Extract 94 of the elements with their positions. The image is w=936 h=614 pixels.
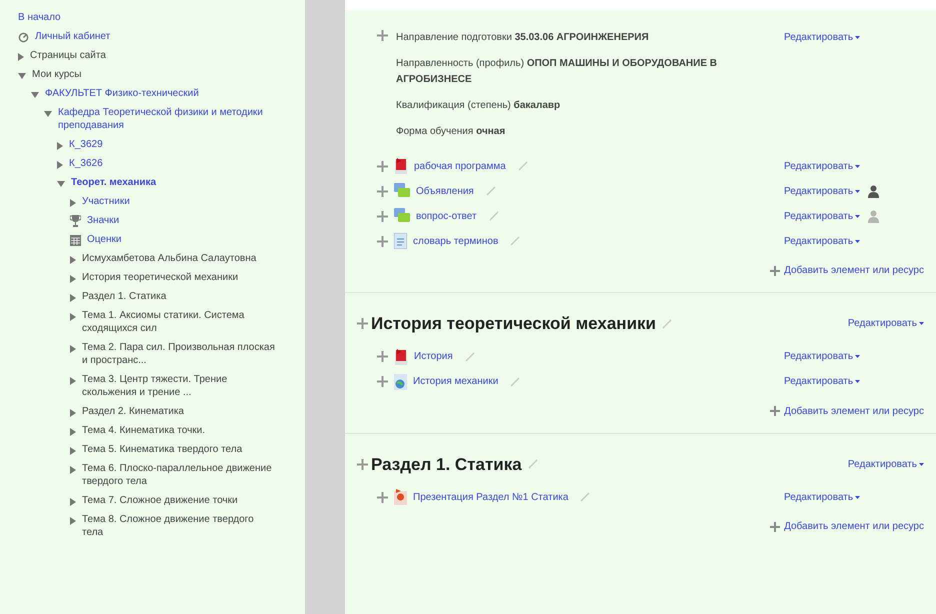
- nav-item[interactable]: Участники: [82, 195, 130, 208]
- edit-menu[interactable]: Редактировать: [848, 456, 924, 472]
- nav-item[interactable]: Оценки: [87, 233, 122, 246]
- nav-item[interactable]: Тема 3. Центр тяжести. Трение скольжения и трение ...: [82, 373, 277, 399]
- nav-item[interactable]: Теорет. механика: [71, 176, 156, 189]
- expand-arrow-icon[interactable]: [70, 498, 76, 506]
- expand-arrow-icon[interactable]: [70, 466, 76, 474]
- summary-text: Направление подготовки 35.03.06 АГРОИНЖЕНЕРИЯ: [396, 31, 649, 45]
- move-icon[interactable]: [357, 458, 368, 470]
- activity-link[interactable]: Объявления: [416, 184, 474, 198]
- move-icon[interactable]: [377, 492, 388, 502]
- nav-item[interactable]: Тема 7. Сложное движение точки: [82, 494, 238, 507]
- move-icon[interactable]: [377, 376, 388, 387]
- nav-item[interactable]: Значки: [87, 214, 120, 227]
- section-heading: Раздел 1. Статика: [371, 454, 522, 476]
- caret-icon: [855, 190, 860, 192]
- caret-icon: [855, 240, 860, 242]
- plus-icon: [770, 406, 780, 416]
- expand-arrow-icon[interactable]: [70, 345, 76, 353]
- edit-menu[interactable]: Редактировать: [784, 374, 860, 389]
- expand-arrow-icon[interactable]: [70, 447, 76, 455]
- move-icon[interactable]: [377, 236, 388, 246]
- caret-icon: [855, 380, 860, 383]
- expand-arrow-icon[interactable]: [70, 377, 76, 385]
- expand-arrow-icon[interactable]: [70, 409, 76, 417]
- section-heading: История теоретической механики: [371, 313, 656, 335]
- collapse-arrow-icon[interactable]: [57, 181, 65, 187]
- nav-item[interactable]: Тема 4. Кинематика точки.: [82, 424, 206, 437]
- caret-icon: [855, 164, 860, 168]
- move-icon[interactable]: [377, 351, 388, 362]
- nav-item[interactable]: Исмухамбетова Альбина Салаутовна: [82, 252, 256, 265]
- nav-item[interactable]: Страницы сайта: [30, 49, 106, 62]
- move-icon[interactable]: [377, 30, 388, 41]
- nav-item[interactable]: ФАКУЛЬТЕТ Физико-технический: [45, 87, 199, 100]
- activity-link[interactable]: История механики: [413, 374, 498, 389]
- nav-item[interactable]: Тема 6. Плоско-параллельное движение твердого тела: [82, 462, 277, 488]
- nav-item[interactable]: Кафедра Теоретической физики и методики преподавания: [58, 106, 277, 132]
- nav-item[interactable]: История теоретической механики: [82, 271, 238, 284]
- caret-icon: [919, 322, 924, 326]
- expand-arrow-icon[interactable]: [18, 53, 24, 61]
- edit-menu[interactable]: Редактировать: [784, 234, 860, 248]
- nav-item[interactable]: Раздел 1. Статика: [82, 290, 166, 303]
- person-icon[interactable]: [868, 184, 880, 198]
- edit-menu[interactable]: Редактировать: [784, 349, 860, 364]
- expand-arrow-icon[interactable]: [70, 517, 76, 525]
- edit-menu[interactable]: Редактировать: [784, 158, 860, 174]
- nav-item[interactable]: Личный кабинет: [35, 30, 110, 43]
- nav-item[interactable]: Тема 5. Кинематика твердого тела: [82, 443, 242, 456]
- edit-menu[interactable]: Редактировать: [784, 208, 860, 224]
- expand-arrow-icon[interactable]: [70, 256, 76, 264]
- caret-icon: [919, 462, 924, 466]
- activity-link[interactable]: вопрос-ответ: [416, 208, 477, 224]
- move-icon[interactable]: [377, 210, 388, 222]
- expand-arrow-icon[interactable]: [57, 161, 63, 169]
- collapse-arrow-icon[interactable]: [31, 92, 39, 98]
- edit-menu[interactable]: Редактировать: [784, 490, 860, 504]
- nav-item[interactable]: Мои курсы: [32, 68, 82, 81]
- expand-arrow-icon[interactable]: [57, 142, 63, 150]
- caret-icon: [855, 496, 860, 498]
- nav-item[interactable]: К_3626: [69, 157, 103, 170]
- expand-arrow-icon[interactable]: [70, 199, 76, 207]
- move-icon[interactable]: [377, 186, 388, 196]
- plus-icon: [770, 266, 780, 276]
- nav-item[interactable]: Раздел 2. Кинематика: [82, 405, 184, 418]
- expand-arrow-icon[interactable]: [70, 313, 76, 321]
- expand-arrow-icon[interactable]: [70, 275, 76, 283]
- summary-text: Квалификация (степень) бакалавр: [396, 99, 560, 113]
- caret-icon: [855, 355, 860, 358]
- collapse-arrow-icon[interactable]: [44, 111, 52, 117]
- edit-menu[interactable]: Редактировать: [784, 184, 860, 198]
- add-activity-link[interactable]: Добавить элемент или ресурс: [770, 404, 924, 418]
- nav-item[interactable]: Тема 2. Пара сил. Произвольная плоская и пространс...: [82, 341, 277, 367]
- caret-icon: [855, 214, 860, 218]
- activity-link[interactable]: История: [414, 349, 453, 364]
- expand-arrow-icon[interactable]: [70, 294, 76, 302]
- plus-icon: [770, 522, 780, 532]
- edit-menu[interactable]: Редактировать: [784, 30, 924, 45]
- add-activity-link[interactable]: Добавить элемент или ресурс: [770, 519, 924, 534]
- collapse-arrow-icon[interactable]: [18, 73, 26, 79]
- nav-item[interactable]: Тема 8. Сложное движение твердого тела: [82, 513, 277, 539]
- activity-link[interactable]: Презентация Раздел №1 Статика: [413, 490, 568, 504]
- summary-text: Форма обучения очная: [396, 125, 506, 139]
- summary-text: Направленность (профиль) ОПОП МАШИНЫ И ОБОРУДОВАНИЕ В АГРОБИЗНЕСЕ: [396, 57, 718, 87]
- nav-item[interactable]: В начало: [18, 11, 61, 24]
- add-activity-link[interactable]: Добавить элемент или ресурс: [770, 263, 924, 278]
- activity-link[interactable]: рабочая программа: [414, 158, 506, 174]
- nav-item[interactable]: Тема 1. Аксиомы статики. Система сходящихся сил: [82, 309, 277, 335]
- move-icon[interactable]: [357, 318, 368, 330]
- activity-link[interactable]: словарь терминов: [413, 234, 498, 248]
- nav-item[interactable]: К_3629: [69, 138, 103, 151]
- edit-menu[interactable]: Редактировать: [848, 316, 924, 332]
- move-icon[interactable]: [377, 160, 388, 172]
- expand-arrow-icon[interactable]: [70, 428, 76, 436]
- caret-icon: [855, 36, 860, 39]
